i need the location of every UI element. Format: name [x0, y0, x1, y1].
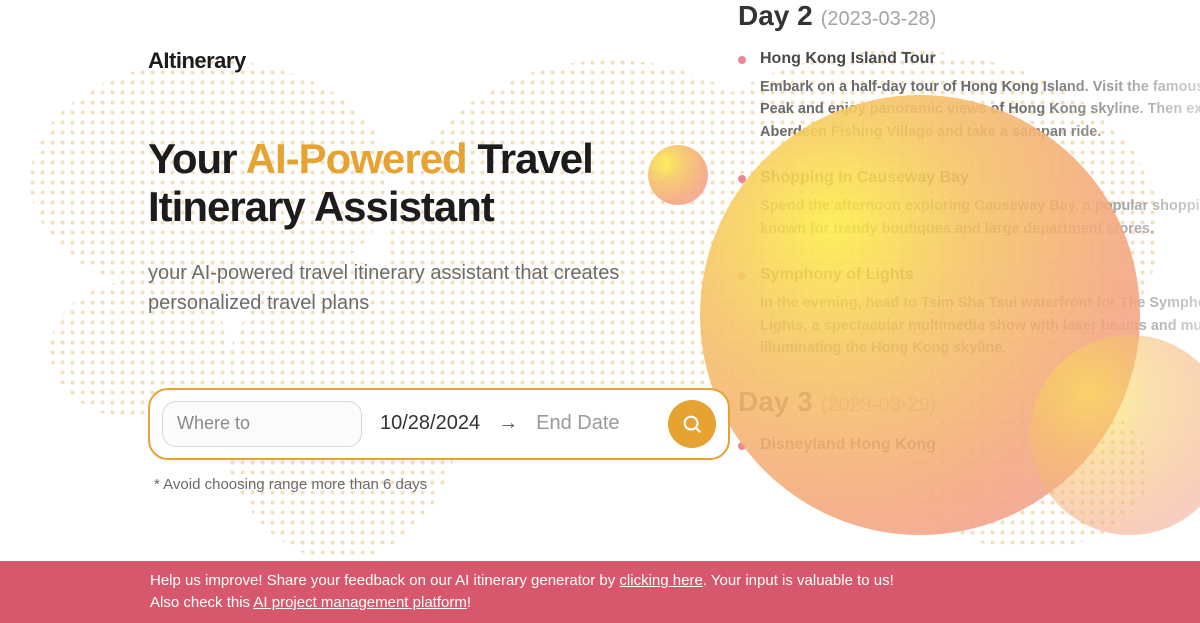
day-date: (2023-03-29) — [821, 394, 937, 417]
day-date: (2023-03-28) — [821, 8, 937, 31]
search-button[interactable] — [668, 400, 716, 448]
end-date-field[interactable]: End Date — [536, 412, 619, 435]
activity-body: Spend the afternoon exploring Causeway B… — [760, 195, 1200, 240]
search-icon — [681, 413, 703, 435]
headline-accent: AI-Powered — [246, 135, 467, 182]
activity-item: Hong Kong Island Tour Embark on a half-d… — [760, 50, 1200, 143]
day-block-2: Day 2 (2023-03-28) Hong Kong Island Tour… — [686, 0, 1200, 360]
headline-pre: Your — [148, 135, 246, 182]
day-label: Day 3 — [738, 386, 813, 418]
day-block-3: Day 3 (2023-03-29) Disneyland Hong Kong — [686, 386, 1200, 454]
activity-title: Disneyland Hong Kong — [760, 436, 1200, 454]
hero-section: Your AI-Powered Travel Itinerary Assista… — [148, 135, 738, 493]
start-date-field[interactable]: 10/28/2024 — [380, 412, 480, 435]
activity-title: Symphony of Lights — [760, 266, 1200, 284]
banner-text: Also check this — [150, 594, 253, 611]
page-subtitle: your AI-powered travel itinerary assista… — [148, 258, 628, 318]
search-bar: 10/28/2024 → End Date — [148, 388, 730, 460]
activity-item: Symphony of Lights In the evening, head … — [760, 266, 1200, 359]
banner-text: Help us improve! Share your feedback on … — [150, 572, 619, 589]
destination-input-wrap[interactable] — [162, 401, 362, 447]
activity-item: Shopping in Causeway Bay Spend the after… — [760, 169, 1200, 240]
destination-input[interactable] — [177, 413, 347, 434]
activity-title: Hong Kong Island Tour — [760, 50, 1200, 68]
feedback-link[interactable]: clicking here — [619, 572, 702, 589]
arrow-right-icon: → — [498, 412, 518, 435]
itinerary-preview: Day 2 (2023-03-28) Hong Kong Island Tour… — [686, 0, 1200, 480]
banner-text: ! — [467, 594, 471, 611]
activity-item: Disneyland Hong Kong — [760, 436, 1200, 454]
date-range-disclaimer: * Avoid choosing range more than 6 days — [154, 476, 738, 493]
banner-text: . Your input is valuable to us! — [703, 572, 894, 589]
brand-logo: AItinerary — [148, 48, 246, 74]
activity-body: In the evening, head to Tsim Sha Tsui wa… — [760, 292, 1200, 359]
page-title: Your AI-Powered Travel Itinerary Assista… — [148, 135, 738, 232]
activity-body: Embark on a half-day tour of Hong Kong I… — [760, 76, 1200, 143]
day-label: Day 2 — [738, 0, 813, 32]
project-mgmt-link[interactable]: AI project management platform — [253, 594, 466, 611]
activity-title: Shopping in Causeway Bay — [760, 169, 1200, 187]
feedback-banner: Help us improve! Share your feedback on … — [0, 561, 1200, 623]
